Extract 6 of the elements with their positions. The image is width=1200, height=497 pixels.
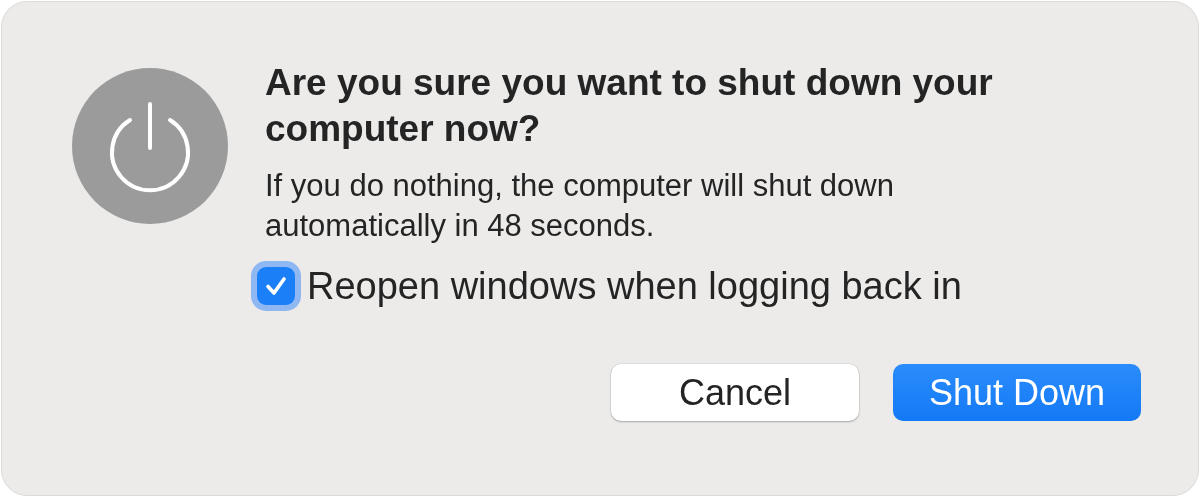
- dialog-title: Are you sure you want to shut down your computer now?: [265, 61, 994, 151]
- cancel-button[interactable]: Cancel: [611, 364, 859, 421]
- checkbox-label[interactable]: Reopen windows when logging back in: [307, 264, 962, 308]
- power-icon: [72, 68, 228, 224]
- dialog-message: If you do nothing, the computer will shut down automatically in 48 seconds.: [265, 167, 895, 245]
- shut-down-button[interactable]: Shut Down: [893, 364, 1141, 421]
